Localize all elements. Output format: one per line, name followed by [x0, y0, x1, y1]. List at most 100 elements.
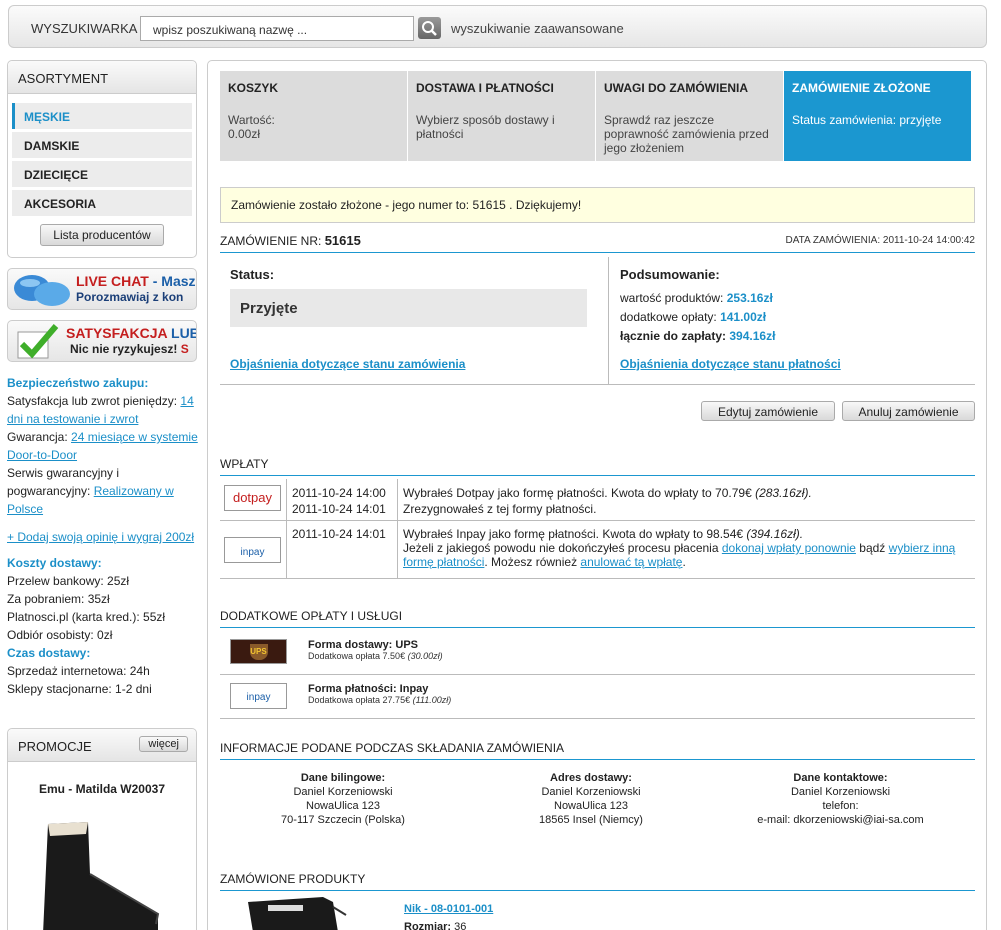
- inpay-logo-small: inpay: [230, 683, 287, 709]
- extra-fee-pln: (111.00zł): [412, 695, 452, 705]
- divider: [397, 521, 398, 579]
- step-placed[interactable]: ZAMÓWIENIE ZŁOŻONE Status zamówienia: pr…: [784, 71, 972, 161]
- summary-label: Podsumowanie:: [620, 267, 720, 282]
- step-placed-text: Status zamówienia: przyjęte: [792, 113, 942, 127]
- main-panel: KOSZYK Wartość: 0.00zł DOSTAWA I PŁATNOŚ…: [207, 60, 987, 930]
- retry-payment-link[interactable]: dokonaj wpłaty ponownie: [722, 541, 856, 555]
- cancel-payment-link[interactable]: anulować tą wpłatę: [580, 555, 682, 569]
- shipping-item: Za pobraniem: 35zł: [7, 592, 110, 606]
- extra-row-inpay: inpay Forma płatności: Inpay Dodatkowa o…: [220, 675, 975, 719]
- promo-product-name[interactable]: Emu - Matilda W20037: [8, 782, 196, 796]
- live-chat-sub: Porozmawiaj z kon: [76, 290, 184, 304]
- time-item: Sprzedaż internetowa: 24h: [7, 664, 150, 678]
- extra-fee: Dodatkowa opłata 27.75€: [308, 695, 413, 705]
- dotpay-logo: dotpay: [224, 485, 281, 511]
- contact-data: Dane kontaktowe: Daniel Korzeniowski tel…: [753, 771, 928, 827]
- divider: [286, 479, 287, 521]
- safety-header: Bezpieczeństwo zakupu:: [7, 376, 149, 390]
- step-cart[interactable]: KOSZYK Wartość: 0.00zł: [220, 71, 408, 161]
- extra-row-ups: UPS Forma dostawy: UPS Dodatkowa opłata …: [220, 631, 975, 675]
- step-placed-title: ZAMÓWIENIE ZŁOŻONE: [792, 81, 931, 95]
- shipping-item: Przelew bankowy: 25zł: [7, 574, 130, 588]
- product-image[interactable]: [238, 897, 348, 930]
- extra-value: 141.00zł: [720, 310, 767, 324]
- shipping-item: Odbiór osobisty: 0zł: [7, 628, 113, 642]
- products-label: wartość produktów:: [620, 291, 724, 305]
- live-chat-title: LIVE CHAT: [76, 273, 149, 289]
- payments-title: WPŁATY: [220, 457, 975, 476]
- search-label: WYSZUKIWARKA: [31, 21, 138, 36]
- promo-box: PROMOCJE więcej Emu - Matilda W20037: [7, 728, 197, 930]
- step-remarks-title: UWAGI DO ZAMÓWIENIA: [604, 81, 748, 95]
- address-line: 70-117 Szczecin (Polska): [281, 814, 405, 826]
- order-status-area: Status: Przyjęte Objaśnienia dotyczące s…: [220, 257, 975, 385]
- category-men[interactable]: MĘSKIE: [12, 103, 192, 129]
- delivery-address: Adres dostawy: Daniel Korzeniowski NowaU…: [516, 771, 666, 827]
- satisfaction-sub-red: S: [177, 342, 189, 356]
- status-value: Przyjęte: [230, 289, 587, 327]
- advanced-search-link[interactable]: wyszukiwanie zaawansowane: [451, 21, 624, 36]
- category-accessories[interactable]: AKCESORIA: [12, 190, 192, 216]
- products-title: ZAMÓWIONE PRODUKTY: [220, 872, 975, 891]
- divider: [608, 257, 609, 384]
- edit-order-button[interactable]: Edytuj zamówienie: [701, 401, 835, 421]
- opinion-link[interactable]: + Dodaj swoją opinię i wygraj 200zł: [7, 530, 194, 544]
- divider: [286, 521, 287, 579]
- shipping-item: Platnosci.pl (karta kred.): 55zł: [7, 610, 166, 624]
- product-size: Rozmiar: 36: [404, 921, 466, 930]
- search-input[interactable]: wpisz poszukiwaną nazwę ...: [140, 16, 414, 41]
- search-button[interactable]: [418, 17, 441, 39]
- step-cart-text: Wartość: 0.00zł: [228, 113, 275, 141]
- payment-text: Wybrałeś Dotpay jako formę płatności. Kw…: [403, 486, 756, 500]
- cancel-order-button[interactable]: Anuluj zamówienie: [842, 401, 975, 421]
- payment-time: 2011-10-24 14:00: [292, 486, 386, 500]
- product-link[interactable]: Nik - 08-0101-001: [404, 903, 493, 915]
- delivery-header: Adres dostawy:: [550, 772, 632, 784]
- category-kids[interactable]: DZIECIĘCE: [12, 161, 192, 187]
- address-line: 18565 Insel (Niemcy): [539, 814, 643, 826]
- search-bar: WYSZUKIWARKA wpisz poszukiwaną nazwę ...…: [8, 5, 987, 48]
- chat-bubbles-icon: [14, 275, 70, 306]
- payment-amount: (283.16zł).: [755, 486, 812, 500]
- category-women[interactable]: DAMSKIE: [12, 132, 192, 158]
- order-number: 51615: [324, 233, 361, 248]
- payment-row-inpay: inpay 2011-10-24 14:01 Wybrałeś Inpay ja…: [220, 521, 975, 579]
- payment-text: Jeżeli z jakiegoś powodu nie dokończyłeś…: [403, 541, 722, 555]
- payment-explain-link[interactable]: Objaśnienia dotyczące stanu płatności: [620, 357, 841, 371]
- shipping-header: Koszty dostawy:: [7, 556, 102, 570]
- safety-info: Bezpieczeństwo zakupu: Satysfakcja lub z…: [7, 374, 202, 698]
- producers-list-button[interactable]: Lista producentów: [40, 224, 164, 246]
- address-line: e-mail: dkorzeniowski@iai-sa.com: [757, 814, 924, 826]
- payment-text: .: [682, 555, 686, 569]
- payment-text: Wybrałeś Inpay jako formę płatności. Kwo…: [403, 527, 747, 541]
- payment-time: 2011-10-24 14:01: [292, 502, 386, 516]
- satisfaction-title-rest: LUB: [167, 325, 197, 341]
- satisfaction-banner[interactable]: SATYSFAKCJA LUB Nic nie ryzykujesz! S: [7, 320, 197, 362]
- status-explain-link[interactable]: Objaśnienia dotyczące stanu zamówienia: [230, 357, 465, 371]
- payment-text: bądź: [855, 541, 889, 555]
- step-remarks[interactable]: UWAGI DO ZAMÓWIENIA Sprawdź raz jeszcze …: [596, 71, 784, 161]
- extras-title: DODATKOWE OPŁATY I USŁUGI: [220, 609, 975, 628]
- satisfaction-sub: Nic nie ryzykujesz!: [70, 342, 178, 356]
- ups-logo-text: UPS: [249, 644, 268, 660]
- payment-amount: (394.16zł).: [746, 527, 804, 541]
- promo-more-button[interactable]: więcej: [139, 736, 188, 752]
- summary-values: wartość produktów: 253.16zł dodatkowe op…: [620, 289, 775, 346]
- extra-inpay-info: Forma płatności: Inpay Dodatkowa opłata …: [308, 683, 451, 705]
- order-date: DATA ZAMÓWIENIA: 2011-10-24 14:00:42: [785, 235, 975, 246]
- promo-header: PROMOCJE więcej: [8, 729, 196, 762]
- total-value: 394.16zł: [729, 329, 776, 343]
- step-delivery[interactable]: DOSTAWA I PŁATNOŚCI Wybierz sposób dosta…: [408, 71, 596, 161]
- extra-fee: Dodatkowa opłata 7.50€: [308, 651, 408, 661]
- extra-title: Forma dostawy: UPS: [308, 639, 419, 651]
- products-value: 253.16zł: [726, 291, 773, 305]
- dotpay-logo-text: dotpay: [232, 490, 273, 505]
- time-header: Czas dostawy:: [7, 646, 91, 660]
- boot-image[interactable]: [28, 814, 178, 930]
- checkout-steps: KOSZYK Wartość: 0.00zł DOSTAWA I PŁATNOŚ…: [220, 71, 973, 161]
- inpay-logo-text: inpay: [240, 547, 265, 558]
- step-cart-title: KOSZYK: [228, 81, 279, 95]
- live-chat-banner[interactable]: LIVE CHAT - Masz Porozmawiaj z kon: [7, 268, 197, 310]
- safety-1-text: Satysfakcja lub zwrot pieniędzy:: [7, 394, 181, 408]
- dotpay-messages: Wybrałeś Dotpay jako formę płatności. Kw…: [403, 485, 812, 517]
